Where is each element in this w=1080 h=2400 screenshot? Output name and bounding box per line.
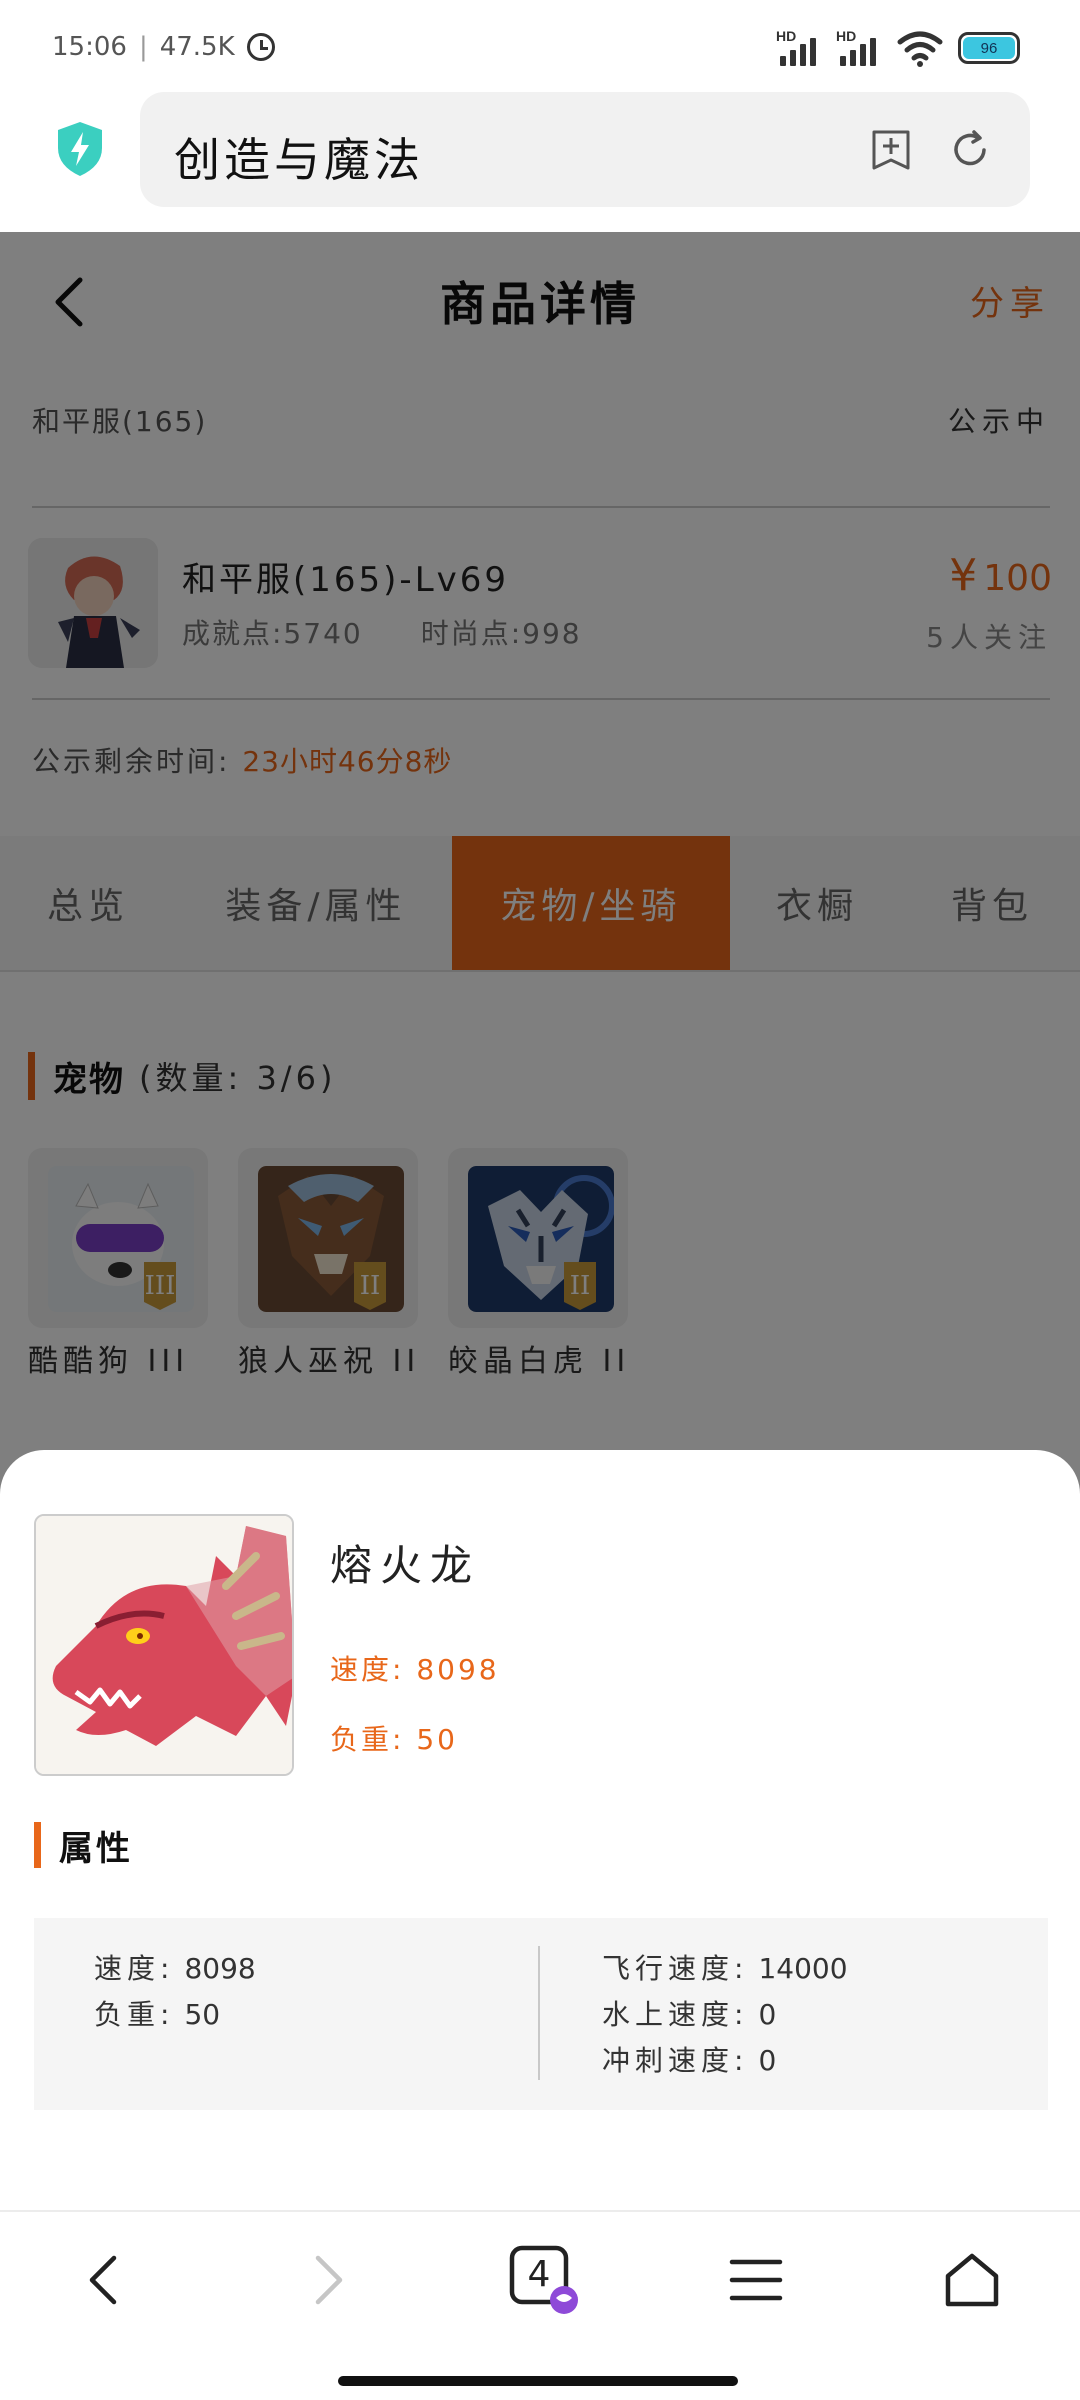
shield-bolt-icon[interactable] bbox=[54, 120, 106, 178]
tabs-switcher-button[interactable]: 4 bbox=[508, 2242, 588, 2322]
back-icon[interactable] bbox=[76, 2250, 136, 2310]
mount-speed: 速度: 8098 bbox=[330, 1653, 500, 1686]
home-icon[interactable] bbox=[942, 2250, 1002, 2310]
attr-key: 水上速度: bbox=[602, 1998, 749, 2031]
network-speed: 47.5K bbox=[159, 32, 235, 62]
menu-icon[interactable] bbox=[726, 2250, 786, 2310]
tab-count: 4 bbox=[527, 2254, 551, 2295]
mount-detail-sheet: 熔火龙 速度: 8098 负重: 50 属性 速度: 8098 负重: 50 飞行速… bbox=[0, 1450, 1080, 2210]
url-text[interactable]: 创造与魔法 bbox=[174, 124, 424, 190]
status-left: 15:06 | 47.5K bbox=[52, 32, 275, 62]
status-separator: | bbox=[138, 32, 148, 62]
attr-row: 负重: 50 bbox=[94, 1992, 256, 2038]
attr-row: 冲刺速度: 0 bbox=[602, 2038, 848, 2084]
attributes-divider bbox=[538, 1946, 540, 2080]
molten-dragon-icon bbox=[34, 1514, 294, 1776]
attr-value: 8098 bbox=[184, 1952, 256, 1985]
attr-value: 0 bbox=[758, 2044, 777, 2077]
wifi-icon bbox=[897, 31, 943, 67]
mount-load: 负重: 50 bbox=[330, 1723, 458, 1756]
attr-key: 冲刺速度: bbox=[602, 2044, 749, 2077]
attr-value: 0 bbox=[758, 1998, 777, 2031]
attributes-box: 速度: 8098 负重: 50 飞行速度: 14000 水上速度: 0 冲刺速度: 0 bbox=[34, 1918, 1048, 2110]
signal-hd-2-icon: HD bbox=[836, 28, 882, 68]
reload-icon[interactable] bbox=[948, 128, 992, 172]
signal-hd-1-icon: HD bbox=[776, 28, 822, 68]
mount-name: 熔火龙 bbox=[330, 1541, 481, 1590]
attr-key: 负重: bbox=[94, 1998, 175, 2031]
attr-key: 飞行速度: bbox=[602, 1952, 749, 1985]
attr-row: 速度: 8098 bbox=[94, 1946, 256, 1992]
status-bar: 15:06 | 47.5K HD HD 96 bbox=[0, 0, 1080, 92]
battery-level: 96 bbox=[963, 37, 1015, 59]
status-right: HD HD 96 bbox=[776, 28, 1020, 68]
browser-bottom-nav: 4 bbox=[0, 2210, 1080, 2400]
browser-address-bar: 创造与魔法 bbox=[0, 92, 1080, 232]
attr-row: 飞行速度: 14000 bbox=[602, 1946, 848, 1992]
attributes-header: 属性 bbox=[34, 1822, 133, 1869]
add-bookmark-icon[interactable] bbox=[870, 128, 912, 172]
attr-value: 50 bbox=[184, 1998, 221, 2031]
home-indicator[interactable] bbox=[338, 2376, 738, 2386]
status-time: 15:06 bbox=[52, 32, 127, 62]
forward-icon[interactable] bbox=[296, 2250, 356, 2310]
alarm-clock-icon bbox=[246, 33, 275, 61]
attr-value: 14000 bbox=[758, 1952, 848, 1985]
url-bar[interactable]: 创造与魔法 bbox=[140, 92, 1030, 207]
attr-row: 水上速度: 0 bbox=[602, 1992, 848, 2038]
attributes-right-col: 飞行速度: 14000 水上速度: 0 冲刺速度: 0 bbox=[602, 1946, 848, 2084]
battery-icon: 96 bbox=[958, 32, 1020, 64]
attributes-title: 属性 bbox=[59, 1828, 133, 1869]
attr-key: 速度: bbox=[94, 1952, 175, 1985]
accent-bar bbox=[34, 1822, 41, 1868]
attributes-left-col: 速度: 8098 负重: 50 bbox=[94, 1946, 256, 2038]
